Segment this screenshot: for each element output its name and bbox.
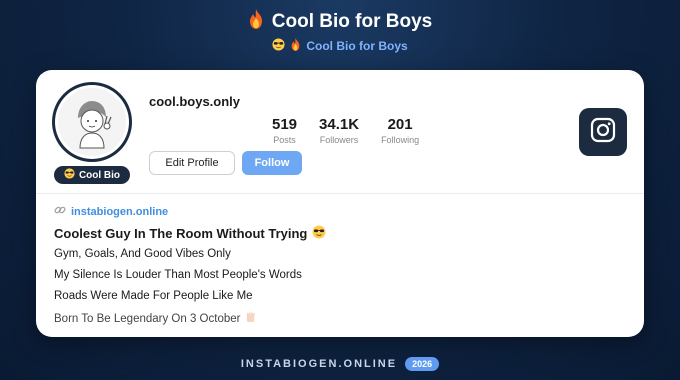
footer-site[interactable]: INSTABIOGEN.ONLINE <box>241 358 397 370</box>
subtitle-row: Cool Bio for Boys <box>0 38 680 54</box>
page-title: Cool Bio for Boys <box>271 11 433 32</box>
edit-profile-button[interactable]: Edit Profile <box>149 151 235 175</box>
year-badge: 2026 <box>405 357 440 371</box>
bio-line: Roads Were Made For People Like Me <box>54 290 253 302</box>
sunglasses-face-icon <box>272 38 285 54</box>
follow-button[interactable]: Follow <box>242 151 302 175</box>
stat-label: Posts <box>273 135 296 145</box>
profile-card: Cool Bio cool.boys.only 519 Posts 34.1K … <box>36 70 644 337</box>
raised-fist-icon <box>244 311 257 327</box>
bio-line: Born To Be Legendary On 3 October <box>54 313 241 325</box>
stat-followers[interactable]: 34.1K Followers <box>319 116 359 145</box>
page-subtitle: Cool Bio for Boys <box>306 39 408 53</box>
title-row: Cool Bio for Boys <box>0 8 680 36</box>
bio-headline-text: Coolest Guy In The Room Without Trying <box>54 226 308 241</box>
divider <box>36 193 644 194</box>
bio-line-last: Born To Be Legendary On 3 October <box>54 311 257 327</box>
username: cool.boys.only <box>149 94 241 109</box>
instagram-icon <box>590 117 616 148</box>
bio-link[interactable]: instabiogen.online <box>54 204 168 219</box>
stat-posts[interactable]: 519 Posts <box>272 116 297 145</box>
profile-stats: 519 Posts 34.1K Followers 201 Following <box>272 116 419 145</box>
avatar-image <box>58 88 126 156</box>
stat-label: Following <box>381 135 420 145</box>
page-header: Cool Bio for Boys Cool Bio for Boys <box>0 8 680 54</box>
stat-value: 519 <box>272 116 298 133</box>
sunglasses-face-icon <box>64 168 75 182</box>
stat-value: 201 <box>387 116 413 133</box>
stat-following[interactable]: 201 Following <box>381 116 419 145</box>
fire-icon <box>248 9 264 35</box>
bio-link-text: instabiogen.online <box>71 205 169 218</box>
sunglasses-face-icon <box>312 225 326 242</box>
avatar[interactable] <box>52 82 132 162</box>
stat-label: Followers <box>319 135 359 145</box>
link-icon <box>54 204 66 219</box>
instagram-button[interactable] <box>579 108 627 156</box>
badge-label: Cool Bio <box>78 169 121 181</box>
fire-icon <box>290 38 301 54</box>
bio-headline: Coolest Guy In The Room Without Trying <box>54 225 326 242</box>
avatar-badge: Cool Bio <box>54 166 130 184</box>
stat-value: 34.1K <box>319 116 360 133</box>
bio-line: Gym, Goals, And Good Vibes Only <box>54 248 231 260</box>
bio-line: My Silence Is Louder Than Most People's … <box>54 269 302 281</box>
page-footer: INSTABIOGEN.ONLINE 2026 <box>0 357 680 371</box>
